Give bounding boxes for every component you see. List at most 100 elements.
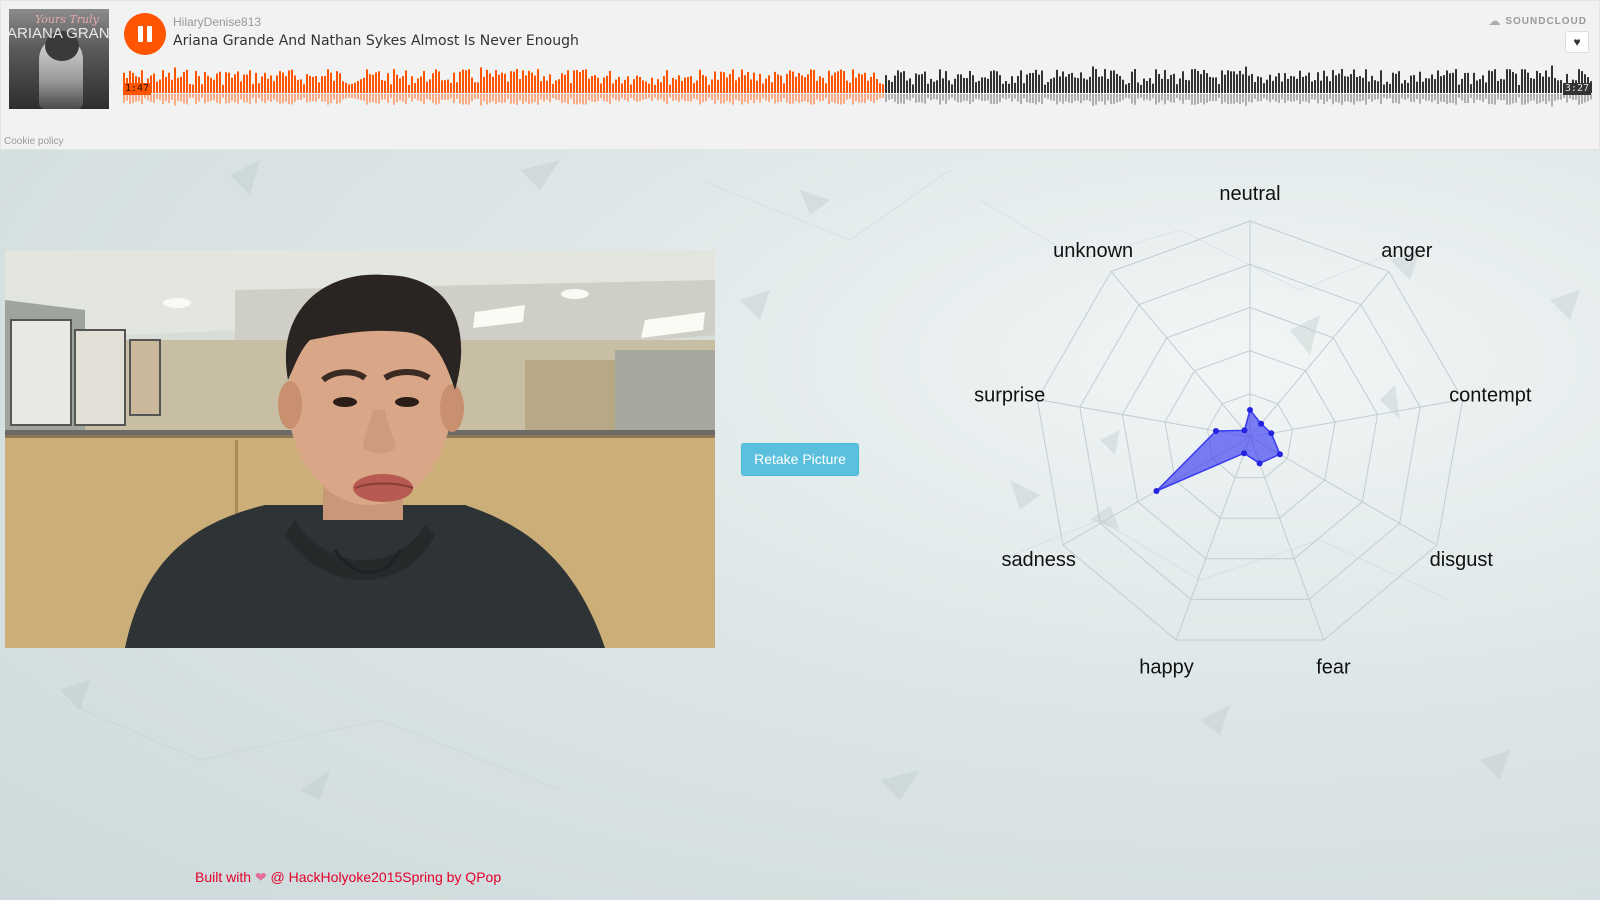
waveform-bar	[489, 73, 491, 93]
waveform-bar-reflection	[585, 94, 587, 105]
waveform-bar-reflection	[537, 94, 539, 105]
waveform-bar-reflection	[972, 94, 974, 102]
waveform-bar	[1218, 84, 1220, 93]
track-username[interactable]: HilaryDenise813	[173, 15, 261, 29]
waveform-bar-reflection	[291, 94, 293, 105]
waveform-bar-reflection	[309, 94, 311, 102]
waveform-bar-reflection	[690, 94, 692, 102]
soundcloud-logo[interactable]: ☁ SOUNDCLOUD	[1488, 14, 1587, 28]
waveform-bar-reflection	[1074, 94, 1076, 102]
waveform-bar-reflection	[1458, 94, 1460, 98]
waveform-bar	[963, 77, 965, 93]
waveform-bar-reflection	[459, 94, 461, 104]
waveform-bar	[951, 84, 953, 93]
waveform-bar	[624, 79, 626, 93]
waveform-bar-reflection	[240, 94, 242, 100]
waveform-bar	[459, 71, 461, 93]
waveform-bar	[801, 75, 803, 93]
waveform-bar-reflection	[711, 94, 713, 101]
waveform-bar	[336, 71, 338, 93]
waveform-bar	[243, 74, 245, 93]
waveform-bar	[771, 82, 773, 93]
waveform-bar	[1038, 74, 1040, 93]
waveform-bar	[1461, 78, 1463, 93]
waveform-bar-reflection	[1533, 94, 1535, 101]
waveform-bar	[1371, 75, 1373, 93]
waveform-bar	[1542, 76, 1544, 93]
waveform-bar	[966, 78, 968, 93]
waveform-bar	[261, 76, 263, 93]
waveform-bar-reflection	[726, 94, 728, 102]
like-button[interactable]: ♥	[1565, 31, 1589, 53]
waveform-bar	[501, 72, 503, 93]
album-art[interactable]: Yours Truly ARIANA GRANDE	[9, 9, 109, 109]
waveform-bar	[597, 77, 599, 93]
waveform-bar	[291, 69, 293, 93]
waveform-bar	[942, 78, 944, 93]
waveform-bar	[639, 76, 641, 93]
waveform-bar	[324, 76, 326, 93]
radar-point-fear	[1256, 460, 1263, 467]
waveform-bar-reflection	[708, 94, 710, 98]
waveform-bar	[1185, 79, 1187, 93]
waveform-bar	[312, 76, 314, 93]
waveform-bar-reflection	[810, 94, 812, 105]
waveform-bar-reflection	[699, 94, 701, 105]
waveform-bar-reflection	[546, 94, 548, 100]
waveform-bar-reflection	[834, 94, 836, 104]
waveform-bar-reflection	[1584, 94, 1586, 103]
waveform-bar-reflection	[246, 94, 248, 103]
waveform-bar	[1008, 83, 1010, 93]
waveform-bar	[423, 71, 425, 93]
waveform-bar	[759, 73, 761, 93]
waveform-bar	[687, 77, 689, 93]
waveform-bar-reflection	[420, 94, 422, 102]
waveform-bar-reflection	[1416, 94, 1418, 100]
waveform-bar-reflection	[1428, 94, 1430, 101]
waveform-bar	[1035, 69, 1037, 93]
waveform-bar	[969, 70, 971, 93]
waveform-bar	[1530, 78, 1532, 93]
waveform-bar-reflection	[1389, 94, 1391, 99]
waveform-bar	[804, 77, 806, 93]
waveform-bar-reflection	[453, 94, 455, 104]
waveform-bar-reflection	[1122, 94, 1124, 100]
waveform-bar	[348, 84, 350, 93]
waveform-bar-reflection	[1008, 94, 1010, 99]
waveform-bar-reflection	[573, 94, 575, 105]
waveform-bar	[1173, 73, 1175, 93]
waveform-bar	[399, 78, 401, 93]
waveform-bar	[843, 71, 845, 93]
waveform-bar	[1452, 72, 1454, 93]
waveform-bar	[702, 74, 704, 93]
waveform-bar	[924, 71, 926, 93]
emotion-radar-chart: neutral anger contempt disgust fear happy sadn…	[974, 183, 1532, 678]
waveform-bar-reflection	[552, 94, 554, 99]
waveform-bar-reflection	[183, 94, 185, 104]
waveform-bar-reflection	[960, 94, 962, 103]
waveform-bar	[1419, 71, 1421, 93]
waveform-bar	[366, 69, 368, 93]
waveform-bar-reflection	[789, 94, 791, 105]
waveform-bar-reflection	[978, 94, 980, 100]
waveform-bar	[1458, 84, 1460, 93]
pause-button[interactable]	[124, 13, 166, 55]
waveform[interactable]	[123, 63, 1593, 109]
waveform-bar-reflection	[1437, 94, 1439, 105]
waveform-bar-reflection	[1179, 94, 1181, 101]
waveform-bar-reflection	[1320, 94, 1322, 100]
waveform-bar-reflection	[234, 94, 236, 103]
waveform-bar-reflection	[1452, 94, 1454, 104]
waveform-bar	[1053, 77, 1055, 93]
heart-icon: ❤	[254, 869, 267, 885]
waveform-bar	[537, 69, 539, 93]
waveform-bar	[990, 71, 992, 93]
waveform-bar	[972, 75, 974, 93]
waveform-bar-reflection	[186, 94, 188, 105]
cookie-policy-link[interactable]: Cookie policy	[4, 136, 63, 147]
track-title[interactable]: Ariana Grande And Nathan Sykes Almost Is…	[173, 33, 579, 49]
waveform-bar	[711, 79, 713, 93]
retake-picture-button[interactable]: Retake Picture	[741, 443, 859, 476]
waveform-bar	[1002, 83, 1004, 93]
waveform-bar	[1164, 70, 1166, 93]
